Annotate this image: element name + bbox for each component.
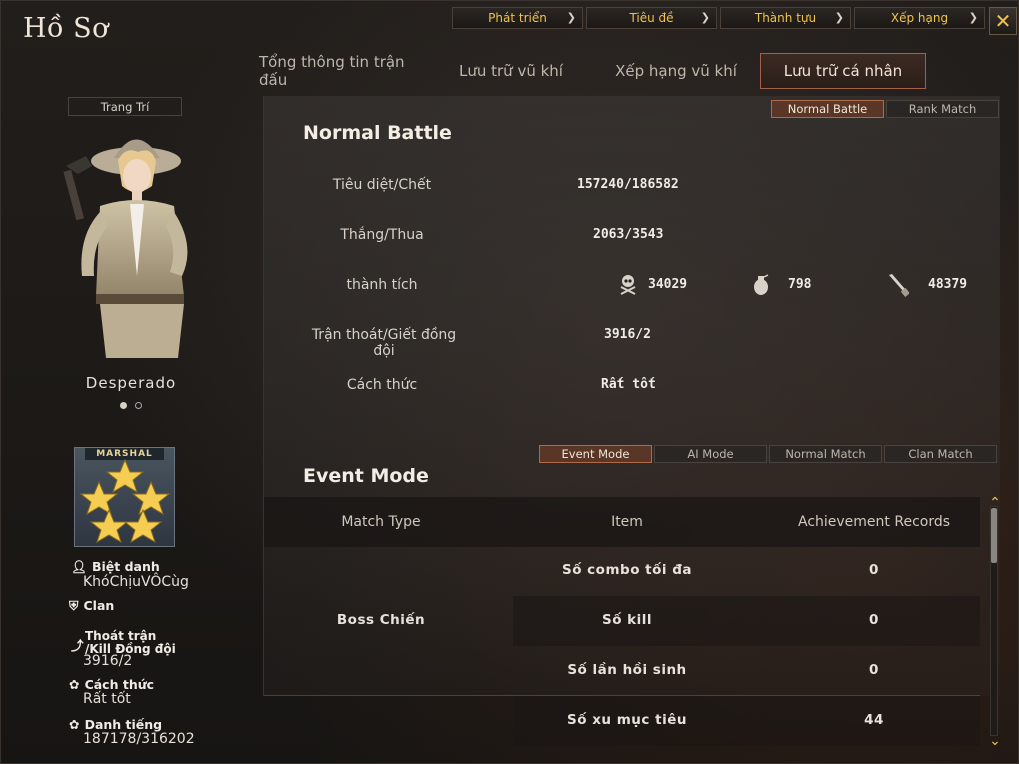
- clan-row: ⛨ Clan: [69, 595, 114, 614]
- chevron-right-icon: ❯: [700, 11, 710, 24]
- column-match-type: Match Type: [341, 514, 421, 530]
- knife-value: 48379: [928, 277, 968, 292]
- table-row-value: 0: [869, 662, 879, 678]
- tab-event-mode[interactable]: Event Mode: [539, 445, 652, 463]
- person-icon: 👤︎: [71, 559, 87, 574]
- carousel-dot-active[interactable]: [120, 402, 127, 409]
- clan-shield-icon: ⛨: [69, 598, 79, 613]
- tab-clan-match[interactable]: Clan Match: [884, 445, 997, 463]
- kd-label: Tiêu diệt/Chết: [332, 177, 432, 193]
- decor-button[interactable]: Trang Trí: [68, 97, 182, 116]
- grenade-icon: [754, 274, 769, 295]
- nav-label: Xếp hạng: [890, 11, 949, 25]
- escape-teamkill-value: 3916/2: [604, 327, 651, 342]
- window-title: Hồ Sơ: [23, 13, 109, 44]
- tab-weapon-storage[interactable]: Lưu trữ vũ khí: [441, 53, 581, 89]
- kd-value: 157240/186582: [577, 177, 679, 192]
- nav-ranking-button[interactable]: Xếp hạng ❯: [854, 7, 985, 29]
- nav-achievement-button[interactable]: Thành tựu ❯: [720, 7, 851, 29]
- scrollbar-thumb[interactable]: [991, 508, 997, 563]
- manner-stat-label: Cách thức: [346, 377, 418, 393]
- chevron-right-icon: ❯: [834, 11, 844, 24]
- nickname-label: Biệt danh: [91, 559, 160, 574]
- table-row-item: Số kill: [601, 612, 653, 628]
- chevron-right-icon: ❯: [566, 11, 576, 24]
- reputation-label: Danh tiếng: [84, 717, 163, 732]
- wl-label: Thắng/Thua: [340, 227, 424, 243]
- nickname-value: KhóChịuVÔCùg: [83, 574, 189, 590]
- table-row-item: Số combo tối đa: [561, 562, 692, 578]
- escape-teamkill-label: Trận thoát/Giết đồng đội: [311, 327, 457, 359]
- achievement-label: thành tích: [346, 277, 418, 293]
- tab-normal-match[interactable]: Normal Match: [769, 445, 882, 463]
- nav-label: Thành tựu: [754, 11, 817, 25]
- nav-label: Phát triển: [488, 11, 547, 25]
- headshot-value: 34029: [648, 277, 688, 292]
- tab-rank-match[interactable]: Rank Match: [886, 100, 999, 118]
- tab-ai-mode[interactable]: AI Mode: [654, 445, 767, 463]
- manner-stat-value: Rất tốt: [601, 377, 656, 392]
- tab-personal-storage[interactable]: Lưu trữ cá nhân: [760, 53, 926, 89]
- table-row-item: Số xu mục tiêu: [567, 712, 687, 728]
- nav-develop-button[interactable]: Phát triển ❯: [452, 7, 583, 29]
- manner-value: Rất tốt: [83, 691, 131, 707]
- clover-icon: ✿: [69, 717, 80, 732]
- chevron-down-icon[interactable]: ⌄: [986, 734, 1004, 748]
- chevron-right-icon: ❯: [968, 11, 978, 24]
- nav-title-button[interactable]: Tiêu đề ❯: [586, 7, 717, 29]
- normal-battle-title: Normal Battle: [303, 122, 452, 144]
- rank-badge: MARSHAL: [74, 447, 175, 547]
- wl-value: 2063/3543: [593, 227, 664, 242]
- table-row-value: 0: [869, 562, 879, 578]
- match-type-cell: Boss Chiến: [336, 612, 426, 628]
- table-row-value: 0: [869, 612, 879, 628]
- knife-icon: [889, 274, 909, 297]
- manner-label: Cách thức: [84, 677, 155, 692]
- profile-window: Hồ Sơ Phát triển ❯ Tiêu đề ❯ Thành tựu ❯…: [0, 0, 1019, 764]
- row-divider: [264, 695, 980, 696]
- close-button[interactable]: ✕: [989, 7, 1017, 35]
- escape-value: 3916/2: [83, 653, 133, 669]
- character-name: Desperado: [85, 374, 177, 392]
- tab-match-overview[interactable]: Tổng thông tin trận đấu: [259, 53, 431, 89]
- clan-label: Clan: [83, 598, 115, 613]
- nav-label: Tiêu đề: [629, 11, 674, 25]
- tab-weapon-ranking[interactable]: Xếp hạng vũ khí: [601, 53, 751, 89]
- reputation-value: 187178/316202: [83, 731, 195, 747]
- escape-label-line1: Thoát trận: [85, 629, 157, 643]
- carousel-dot[interactable]: [135, 402, 142, 409]
- column-achievement-records: Achievement Records: [797, 514, 951, 530]
- table-row-value: 44: [864, 712, 884, 728]
- event-mode-title: Event Mode: [303, 465, 429, 487]
- character-portrait: [63, 139, 188, 358]
- clover-icon: ✿: [69, 677, 80, 692]
- rank-stars-icon: [79, 458, 171, 544]
- runner-icon: ⤴: [71, 638, 84, 653]
- column-item: Item: [611, 514, 643, 530]
- table-row-item: Số lần hồi sinh: [567, 662, 687, 678]
- tab-normal-battle[interactable]: Normal Battle: [771, 100, 884, 118]
- grenade-value: 798: [788, 277, 812, 292]
- nickname-row: 👤︎ Biệt danh: [71, 556, 160, 575]
- skull-crossbones-icon: [620, 275, 636, 295]
- close-icon: ✕: [994, 9, 1012, 33]
